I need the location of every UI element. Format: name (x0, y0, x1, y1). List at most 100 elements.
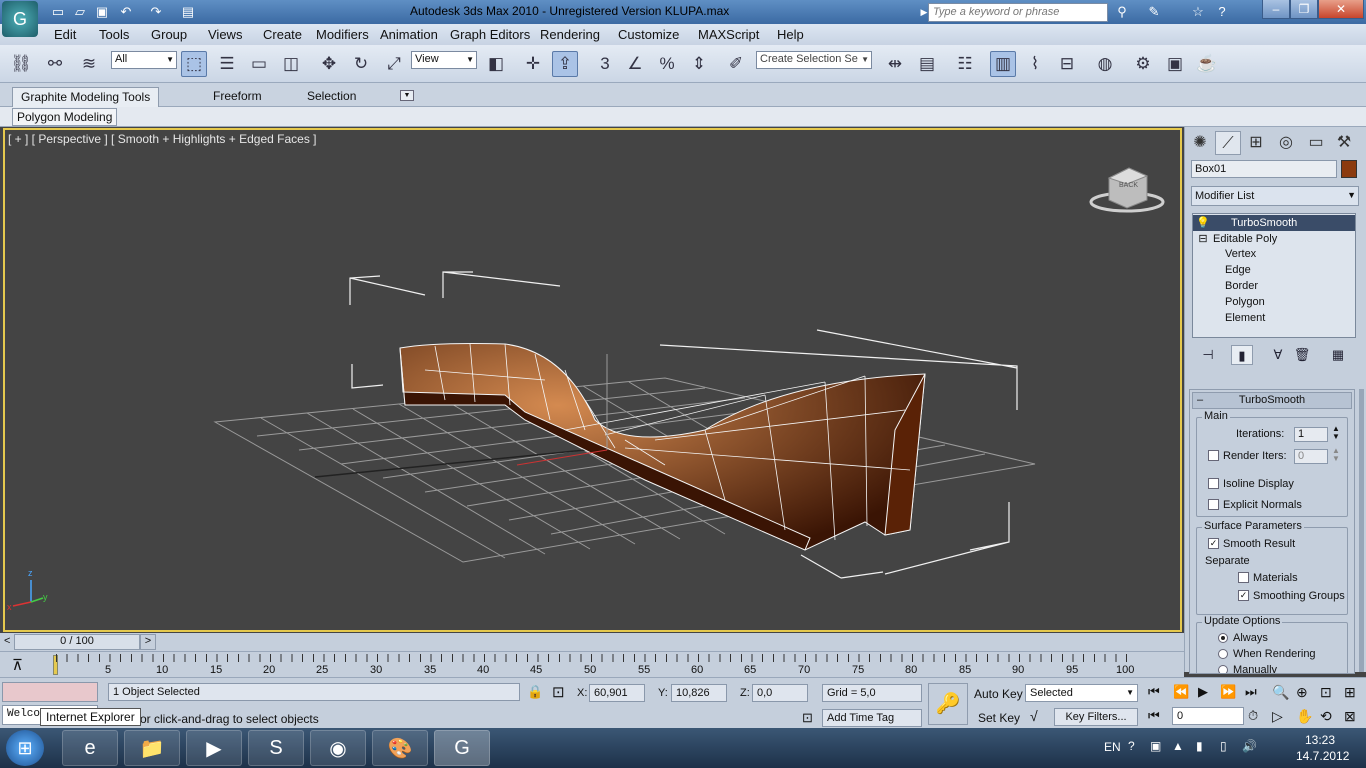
tray-icon[interactable]: ▣ (1150, 739, 1161, 753)
utilities-tab-icon[interactable]: ⚒ (1331, 131, 1357, 155)
key-mode-toggle-icon[interactable]: ⏮ (1148, 708, 1160, 724)
smooth-result-checkbox[interactable]: ✓ (1208, 538, 1219, 549)
play-icon[interactable]: ▶ (1198, 684, 1208, 700)
show-hidden-icons-icon[interactable]: ▲ (1172, 739, 1184, 753)
maxscript-listener-field[interactable] (2, 682, 98, 702)
paint-task[interactable]: 🎨 (372, 730, 428, 766)
language-indicator[interactable]: EN (1104, 740, 1121, 754)
zoom-extents-icon[interactable]: ⊡ (1320, 684, 1332, 701)
current-frame-field[interactable]: 0 (1172, 707, 1244, 725)
menu-animation[interactable]: Animation (380, 27, 438, 42)
track-bar[interactable]: ⊼ 5 10 15 20 25 30 35 40 45 50 55 60 65 … (0, 651, 1184, 677)
light-bulb-icon[interactable]: 💡 (1193, 216, 1213, 229)
stack-item-turbosmooth[interactable]: 💡 TurboSmooth (1193, 215, 1355, 231)
project-folder-icon[interactable]: ▤ (178, 3, 198, 21)
auto-key-button[interactable]: Auto Key (974, 687, 1023, 701)
view-cube[interactable] (1089, 167, 1165, 213)
pivot-center-icon[interactable]: ◧ (483, 51, 509, 77)
search-input[interactable]: Type a keyword or phrase (928, 3, 1108, 22)
keyboard-shortcut-override-icon[interactable]: ⇪ (552, 51, 578, 77)
binoculars-icon[interactable]: ⚲ (1112, 3, 1132, 21)
time-config-icon[interactable]: ⏱ (1248, 708, 1258, 724)
internet-explorer-task[interactable]: e (62, 730, 118, 766)
modifier-list-dropdown[interactable]: Modifier List ▼ (1191, 186, 1359, 206)
unlink-icon[interactable]: ⚯ (42, 51, 68, 77)
x-coordinate-field[interactable]: 60,901 (589, 684, 645, 702)
default-tangents-icon[interactable]: √ (1030, 708, 1038, 724)
render-iters-spinner[interactable]: 0 (1294, 449, 1328, 464)
volume-icon[interactable]: 🔊 (1242, 739, 1257, 753)
new-file-icon[interactable]: ▭ (48, 3, 68, 21)
mirror-icon[interactable]: ⇹ (882, 51, 908, 77)
graphite-toggle-icon[interactable]: ▥ (990, 51, 1016, 77)
time-tag-icon[interactable]: ⊡ (802, 710, 813, 726)
start-button[interactable]: ⊞ (6, 730, 44, 766)
key-filters-button[interactable]: Key Filters... (1054, 708, 1138, 726)
menu-edit[interactable]: Edit (54, 27, 76, 42)
menu-customize[interactable]: Customize (618, 27, 679, 42)
rendered-frame-icon[interactable]: ▣ (1162, 51, 1188, 77)
network-icon[interactable]: ▯ (1220, 739, 1227, 753)
field-of-view-icon[interactable]: ▷ (1272, 708, 1283, 725)
ribbon-options-icon[interactable]: ▼ (400, 90, 414, 101)
close-button[interactable]: ✕ (1318, 0, 1364, 19)
menu-tools[interactable]: Tools (99, 27, 129, 42)
reference-coordinate-dropdown[interactable]: View ▼ (411, 51, 477, 69)
mini-curve-editor-icon[interactable]: ⊼ (12, 656, 23, 674)
open-file-icon[interactable]: ▱ (70, 3, 90, 21)
render-setup-icon[interactable]: ⚙ (1130, 51, 1156, 77)
stack-item-edge[interactable]: Edge (1193, 263, 1355, 279)
smoothing-groups-checkbox[interactable]: ✓ (1238, 590, 1249, 601)
previous-frame-icon[interactable]: < (4, 635, 10, 647)
rectangular-selection-icon[interactable]: ▭ (246, 51, 272, 77)
media-player-task[interactable]: ▶ (186, 730, 242, 766)
explicit-normals-checkbox[interactable] (1208, 499, 1219, 510)
chrome-task[interactable]: ◉ (310, 730, 366, 766)
minimize-button[interactable]: – (1262, 0, 1290, 19)
percent-snap-icon[interactable]: % (654, 51, 680, 77)
lock-selection-icon[interactable]: 🔒 (527, 684, 543, 700)
skype-task[interactable]: S (248, 730, 304, 766)
isoline-display-checkbox[interactable] (1208, 478, 1219, 489)
stack-item-border[interactable]: Border (1193, 279, 1355, 295)
zoom-all-icon[interactable]: ⊕ (1296, 684, 1308, 701)
menu-graph-editors[interactable]: Graph Editors (450, 27, 530, 42)
redo-icon[interactable]: ↷ (146, 3, 166, 21)
menu-group[interactable]: Group (151, 27, 187, 42)
move-icon[interactable]: ✥ (316, 51, 342, 77)
spinner-arrows-icon[interactable]: ▲ ▼ (1332, 425, 1340, 441)
clock-date[interactable]: 14.7.2012 (1296, 749, 1349, 763)
panel-scrollbar[interactable] (1359, 389, 1364, 672)
named-selection-set-input[interactable]: Create Selection Se ▼ (756, 51, 872, 69)
snap-toggle-icon[interactable]: 3 (592, 51, 618, 77)
motion-tab-icon[interactable]: ◎ (1273, 131, 1299, 155)
selection-filter-dropdown[interactable]: All ▼ (111, 51, 177, 69)
remove-modifier-icon[interactable]: 🗑 (1291, 345, 1313, 365)
file-explorer-task[interactable]: 📁 (124, 730, 180, 766)
absolute-mode-icon[interactable]: ⊡ (552, 683, 565, 701)
menu-create[interactable]: Create (263, 27, 302, 42)
menu-views[interactable]: Views (208, 27, 242, 42)
key-mode-dropdown[interactable]: Selected ▼ (1025, 684, 1138, 702)
material-editor-icon[interactable]: ◍ (1092, 51, 1118, 77)
show-end-result-icon[interactable]: ▮ (1231, 345, 1253, 365)
spinner-arrows-icon[interactable]: ▲ ▼ (1332, 447, 1340, 463)
pan-icon[interactable]: ✋ (1296, 708, 1313, 725)
time-slider-track[interactable]: > (140, 634, 156, 650)
modify-tab-icon[interactable]: ⟋ (1215, 131, 1241, 155)
rotate-icon[interactable]: ↻ (348, 51, 374, 77)
perspective-viewport[interactable]: [ + ] [ Perspective ] [ Smooth + Highlig… (3, 128, 1182, 632)
menu-modifiers[interactable]: Modifiers (316, 27, 369, 42)
make-unique-icon[interactable]: ∀ (1267, 345, 1289, 365)
maximize-viewport-icon[interactable]: ⊠ (1344, 708, 1356, 725)
menu-maxscript[interactable]: MAXScript (698, 27, 759, 42)
angle-snap-icon[interactable]: ∠ (622, 51, 648, 77)
when-rendering-radio[interactable] (1218, 649, 1228, 659)
maximize-button[interactable]: ❐ (1290, 0, 1318, 19)
display-tab-icon[interactable]: ▭ (1303, 131, 1329, 155)
menu-rendering[interactable]: Rendering (540, 27, 600, 42)
zoom-extents-all-icon[interactable]: ⊞ (1344, 684, 1356, 701)
tab-freeform[interactable]: Freeform (205, 87, 270, 107)
manually-radio[interactable] (1218, 665, 1228, 673)
expand-minus-icon[interactable]: ⊟ (1193, 232, 1213, 245)
